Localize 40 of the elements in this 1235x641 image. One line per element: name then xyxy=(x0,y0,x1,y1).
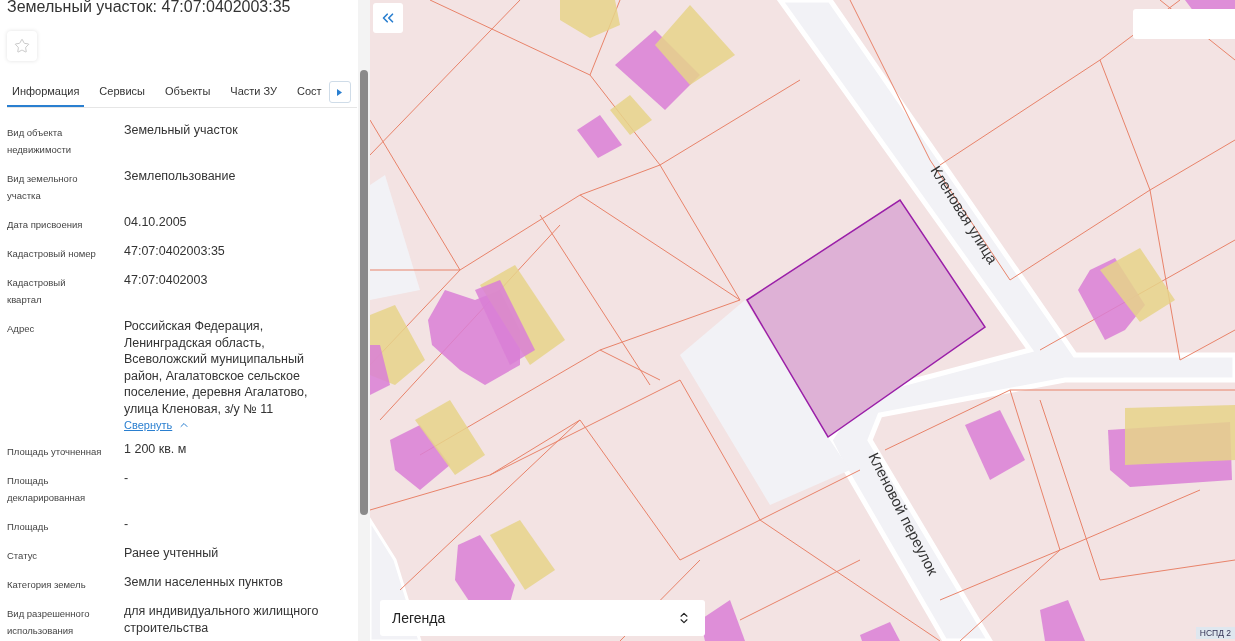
field-label: Адрес xyxy=(7,322,36,336)
field-value: Российская Федерация, Ленинградская область, Всеволожский муниципальный район, Агалатовское сельское поселение, деревня Агалатово, улица Кленовая, з/у № 11 xyxy=(124,318,309,417)
triangle-right-icon xyxy=(337,88,343,96)
field-value: Землепользование xyxy=(124,168,237,185)
collapse-link[interactable]: Свернуть xyxy=(124,419,191,431)
field-label: Дата присвоения xyxy=(7,218,84,232)
field-label: Статус xyxy=(7,549,39,563)
search-field[interactable] xyxy=(1133,9,1235,39)
field-value: 47:07:0402003:35 xyxy=(124,243,226,260)
panel-title: Земельный участок: 47:07:0402003:35 xyxy=(7,0,292,17)
tabs-scroll-button[interactable] xyxy=(328,81,351,103)
field-value: 47:07:0402003 xyxy=(124,272,209,289)
field-value: для индивидуального жилищного строительства xyxy=(124,603,320,636)
field-label: Кадастровый квартал xyxy=(7,276,67,307)
field-label: Вид разрешенного использования xyxy=(7,607,91,638)
scrollbar[interactable] xyxy=(358,0,370,641)
field-label: Кадастровый номер xyxy=(7,247,97,261)
star-icon xyxy=(14,38,30,54)
field-value: - xyxy=(124,516,130,533)
tab[interactable]: Сост xyxy=(292,77,327,107)
legend-dropdown[interactable]: Легенда xyxy=(380,600,705,636)
tab[interactable]: Сервисы xyxy=(94,77,150,107)
field-label: Площадь xyxy=(7,520,50,534)
field-value: Ранее учтенный xyxy=(124,545,220,562)
map-attribution: НСПД 2 xyxy=(1195,627,1235,639)
field-label: Категория земель xyxy=(7,578,87,592)
field-label: Вид объекта недвижимости xyxy=(7,126,73,157)
field-value: - xyxy=(124,470,130,487)
field-label: Вид земельного участка xyxy=(7,172,79,203)
field-label: Площадь уточненная xyxy=(7,445,102,459)
field-value: Земли населенных пунктов xyxy=(124,574,284,591)
tab[interactable]: Информация xyxy=(7,77,85,107)
collapse-panel-button[interactable] xyxy=(373,3,403,33)
tab[interactable]: Части ЗУ xyxy=(225,77,282,107)
field-value: 1 200 кв. м xyxy=(124,441,188,458)
field-label: Площадь декларированная xyxy=(7,474,87,505)
tab[interactable]: Объекты xyxy=(159,77,216,107)
field-value: 04.10.2005 xyxy=(124,214,188,231)
scrollbar-thumb[interactable] xyxy=(360,70,368,515)
field-value: Земельный участок xyxy=(124,122,239,139)
